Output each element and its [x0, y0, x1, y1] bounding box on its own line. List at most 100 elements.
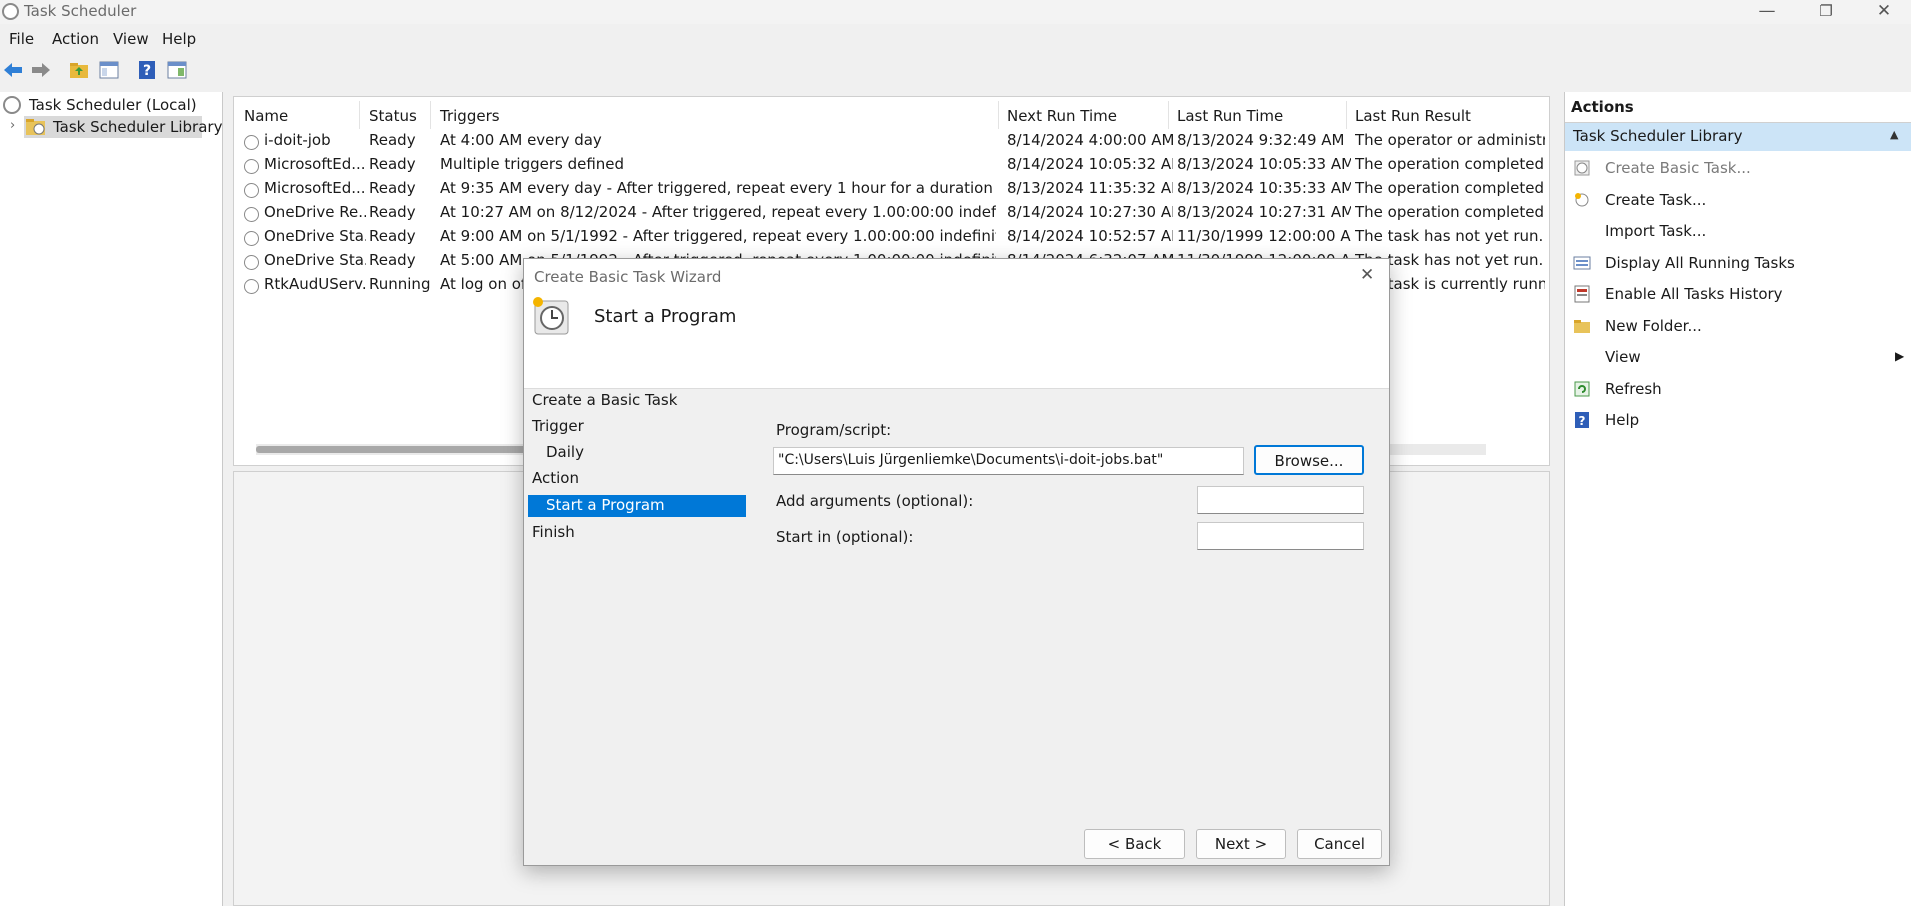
column-header-next-run-time[interactable]: Next Run Time	[1007, 107, 1117, 125]
action-item-new-folder[interactable]: New Folder...	[1565, 311, 1911, 342]
table-row[interactable]: MicrosoftEd... Ready Multiple triggers def…	[234, 155, 1549, 179]
task-clock-icon	[244, 231, 259, 246]
browse-button[interactable]: Browse...	[1254, 445, 1364, 475]
create-basic-task-icon	[1574, 160, 1590, 176]
action-item-create-basic-task[interactable]: Create Basic Task...	[1565, 153, 1911, 184]
column-header-name[interactable]: Name	[244, 107, 288, 125]
task-clock-icon	[244, 207, 259, 222]
table-cell: Ready	[369, 179, 416, 197]
window-title: Task Scheduler	[24, 2, 137, 20]
table-cell: 11/30/1999 12:00:00 AM	[1177, 227, 1351, 245]
table-cell: Multiple triggers defined	[440, 155, 625, 173]
action-item-help[interactable]: ? Help	[1565, 405, 1911, 436]
add-arguments-input[interactable]	[1197, 486, 1364, 514]
create-basic-task-wizard: Create Basic Task Wizard ✕ Start a Progr…	[523, 258, 1390, 866]
table-row[interactable]: OneDrive Re... Ready At 10:27 AM on 8/12/2…	[234, 203, 1549, 227]
action-item-view[interactable]: View ▶	[1565, 342, 1911, 373]
column-divider[interactable]	[1346, 101, 1347, 129]
table-row[interactable]: OneDrive Sta...Ready At 9:00 AM on 5/1/19…	[234, 227, 1549, 251]
close-button[interactable]: ✕	[1864, 0, 1904, 24]
table-cell: 8/13/2024 10:35:33 AM	[1177, 179, 1351, 197]
table-row[interactable]: MicrosoftEd... Ready At 9:35 AM every day …	[234, 179, 1549, 203]
table-cell: 8/14/2024 10:05:32 AM	[1007, 155, 1173, 173]
dialog-close-icon[interactable]: ✕	[1360, 265, 1374, 285]
column-header-last-run-result[interactable]: Last Run Result	[1355, 107, 1471, 125]
menu-action[interactable]: Action	[52, 30, 99, 48]
program-script-label: Program/script:	[776, 421, 892, 439]
column-header-triggers[interactable]: Triggers	[440, 107, 500, 125]
table-cell: 8/14/2024 10:52:57 AM	[1007, 227, 1173, 245]
column-divider[interactable]	[359, 101, 360, 129]
expand-chevron-icon[interactable]: ›	[10, 118, 15, 133]
table-cell: The operation completed succ	[1355, 203, 1545, 221]
back-arrow-icon[interactable]	[2, 59, 24, 81]
step-create-basic-task: Create a Basic Task	[532, 391, 678, 409]
folder-up-icon[interactable]	[68, 59, 90, 81]
next-button[interactable]: Next >	[1196, 829, 1286, 859]
tree-item-task-scheduler-local[interactable]: Task Scheduler (Local)	[29, 96, 197, 114]
table-cell: 8/13/2024 11:35:32 AM	[1007, 179, 1173, 197]
table-row[interactable]: i-doit-job Ready At 4:00 AM every day 8/14/…	[234, 131, 1549, 155]
forward-arrow-icon[interactable]	[30, 59, 52, 81]
task-clock-icon	[244, 279, 259, 294]
restore-button[interactable]: ❐	[1806, 0, 1846, 24]
action-item-refresh[interactable]: Refresh	[1565, 374, 1911, 405]
minimize-button[interactable]: —	[1747, 0, 1787, 24]
table-cell: At 4:00 AM every day	[440, 131, 602, 149]
program-script-input[interactable]: "C:\Users\Luis Jürgenliemke\Documents\i-…	[773, 447, 1244, 475]
program-script-value: "C:\Users\Luis Jürgenliemke\Documents\i-…	[778, 452, 1164, 468]
table-cell: Ready	[369, 203, 416, 221]
menu-help[interactable]: Help	[162, 30, 196, 48]
toolbar: ?	[0, 56, 1911, 86]
tree-item-task-scheduler-library[interactable]: Task Scheduler Library	[53, 118, 222, 136]
dialog-header: Start a Program	[524, 295, 1389, 389]
folder-clock-icon	[26, 119, 45, 135]
clock-icon	[3, 96, 21, 114]
actions-section-task-scheduler-library[interactable]: Task Scheduler Library ▲	[1565, 123, 1911, 151]
table-cell: OneDrive Sta...	[264, 227, 366, 245]
step-finish: Finish	[532, 523, 575, 541]
svg-text:?: ?	[1579, 414, 1586, 428]
column-header-status[interactable]: Status	[369, 107, 417, 125]
action-item-enable-all-tasks-history[interactable]: Enable All Tasks History	[1565, 279, 1911, 310]
action-label: Import Task...	[1605, 222, 1707, 240]
tasks-history-icon	[1574, 285, 1590, 303]
table-cell: RtkAudUServ...	[264, 275, 366, 293]
action-item-import-task[interactable]: Import Task...	[1565, 216, 1911, 247]
action-label: Refresh	[1605, 379, 1662, 398]
table-cell: 8/14/2024 4:00:00 AM	[1007, 131, 1173, 149]
column-divider[interactable]	[430, 101, 431, 129]
task-clock-icon	[244, 255, 259, 270]
cancel-button[interactable]: Cancel	[1297, 829, 1382, 859]
menu-file[interactable]: File	[9, 30, 34, 48]
collapse-chevron-icon[interactable]: ▲	[1890, 128, 1898, 141]
column-divider[interactable]	[1168, 101, 1169, 129]
column-divider[interactable]	[998, 101, 999, 129]
back-button[interactable]: < Back	[1084, 829, 1185, 859]
table-cell: 8/13/2024 10:27:31 AM	[1177, 203, 1351, 221]
show-hide-action-pane-icon[interactable]	[166, 59, 188, 81]
show-hide-console-tree-icon[interactable]	[98, 59, 120, 81]
wizard-heading: Start a Program	[594, 306, 737, 327]
action-label: View	[1605, 348, 1641, 366]
table-cell: 8/13/2024 10:05:33 AM	[1177, 155, 1351, 173]
action-label: Create Task...	[1605, 190, 1707, 209]
create-task-icon	[1575, 192, 1589, 206]
action-label: Display All Running Tasks	[1605, 253, 1795, 272]
menu-view[interactable]: View	[113, 30, 149, 48]
actions-pane: Actions Task Scheduler Library ▲ Create …	[1564, 92, 1911, 906]
action-item-create-task[interactable]: Create Task...	[1565, 185, 1911, 216]
running-tasks-icon	[1573, 256, 1591, 269]
console-tree: Task Scheduler (Local) › Task Scheduler …	[0, 92, 223, 906]
table-cell: 8/14/2024 10:27:30 AM	[1007, 203, 1173, 221]
action-label: Enable All Tasks History	[1605, 285, 1783, 303]
svg-text:?: ?	[143, 63, 151, 79]
help-icon[interactable]: ?	[136, 59, 158, 81]
column-header-last-run-time[interactable]: Last Run Time	[1177, 107, 1283, 125]
action-item-display-all-running-tasks[interactable]: Display All Running Tasks	[1565, 248, 1911, 279]
start-in-input[interactable]	[1197, 522, 1364, 550]
dialog-title-bar: Create Basic Task Wizard ✕	[524, 259, 1389, 295]
scrollbar-thumb[interactable]	[256, 446, 546, 453]
step-start-a-program: Start a Program	[546, 496, 665, 514]
step-daily: Daily	[546, 443, 584, 461]
